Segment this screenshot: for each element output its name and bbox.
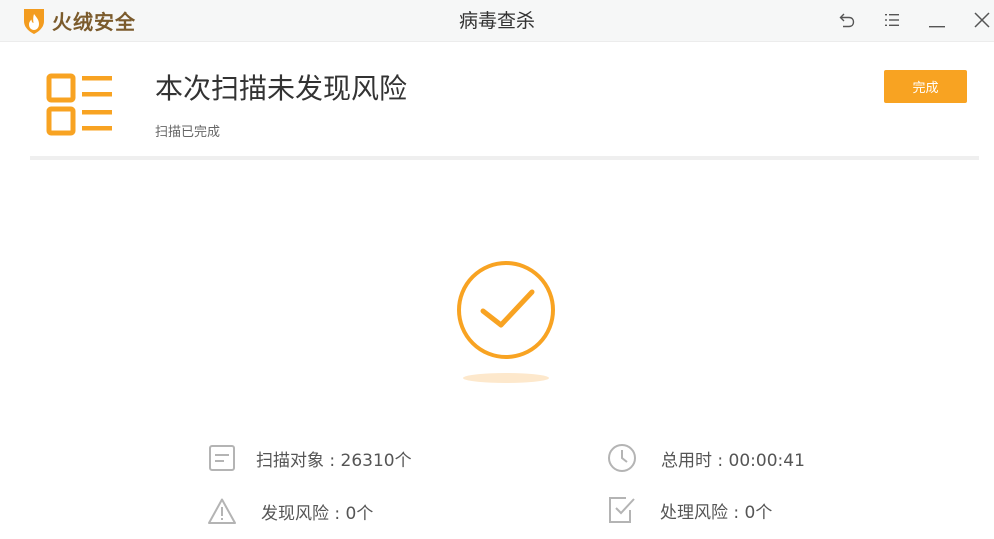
total-time-label: 总用时 : 00:00:41 [661, 450, 805, 471]
menu-button[interactable] [878, 6, 906, 34]
divider [30, 156, 979, 160]
stat-scan-objects: 扫描对象 : 26310个 [208, 444, 412, 472]
minimize-button[interactable] [923, 6, 951, 34]
menu-icon [885, 14, 899, 26]
minimize-icon [929, 26, 945, 28]
document-icon [209, 445, 235, 471]
stat-risks-found: 发现风险 : 0个 [207, 497, 373, 525]
close-button[interactable] [968, 6, 994, 34]
done-button[interactable]: 完成 [884, 70, 967, 103]
scan-report-icon [46, 73, 112, 136]
back-icon [839, 13, 855, 28]
risks-handled-label: 处理风险 : 0个 [660, 502, 773, 523]
scan-objects-label: 扫描对象 : 26310个 [256, 450, 412, 471]
clock-icon [608, 444, 636, 472]
result-subtitle: 扫描已完成 [155, 125, 221, 140]
result-title: 本次扫描未发现风险 [155, 72, 408, 105]
back-button[interactable] [833, 6, 861, 34]
close-icon [974, 12, 990, 28]
success-check-icon [457, 261, 555, 383]
checkbox-icon [609, 497, 635, 523]
risks-found-label: 发现风险 : 0个 [261, 503, 374, 524]
stat-total-time: 总用时 : 00:00:41 [607, 443, 805, 473]
warning-icon [208, 498, 236, 524]
title-bar: 火绒安全 病毒查杀 [0, 0, 994, 42]
stat-risks-handled: 处理风险 : 0个 [608, 496, 772, 524]
